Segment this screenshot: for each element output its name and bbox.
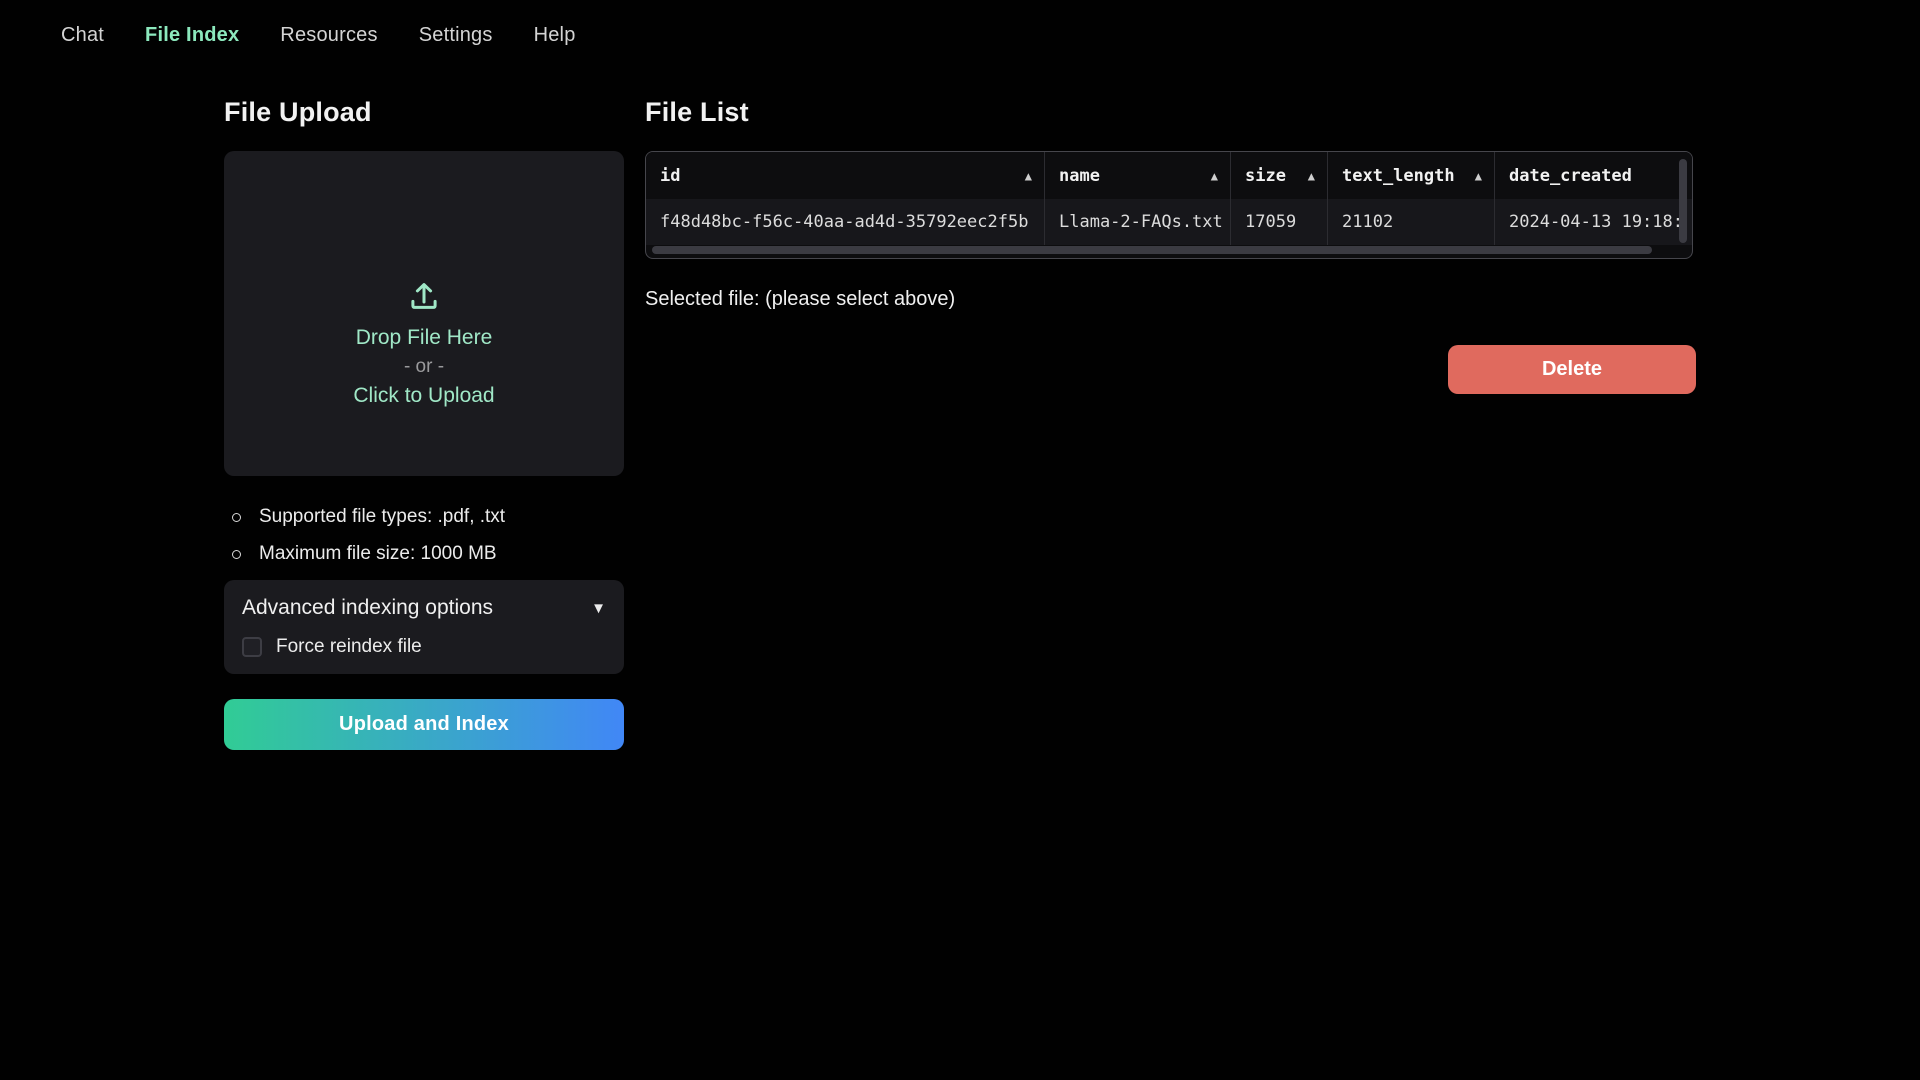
chevron-down-icon: ▼ — [591, 600, 606, 617]
tab-file-index[interactable]: File Index — [145, 24, 239, 47]
note-text: Maximum file size: 1000 MB — [259, 543, 497, 565]
force-reindex-checkbox[interactable]: Force reindex file — [242, 636, 606, 658]
checkbox-icon[interactable] — [242, 637, 262, 657]
file-list-title: File List — [645, 97, 1696, 128]
delete-button-row: Delete — [645, 345, 1696, 394]
tab-help[interactable]: Help — [534, 24, 576, 47]
bullet-icon — [232, 550, 241, 559]
sort-asc-icon[interactable]: ▲ — [1211, 169, 1218, 183]
tab-chat[interactable]: Chat — [61, 24, 104, 47]
sort-asc-icon[interactable]: ▲ — [1025, 169, 1032, 183]
upload-icon — [406, 278, 442, 314]
click-to-upload-link[interactable]: Click to Upload — [353, 384, 494, 408]
file-table: id ▲ name ▲ size ▲ text_length ▲ date_created f4… — [645, 151, 1693, 259]
note-supported-types: Supported file types: .pdf, .txt — [232, 506, 624, 528]
dropzone-content: Drop File Here - or - Click to Upload — [353, 278, 494, 408]
file-dropzone[interactable]: Drop File Here - or - Click to Upload — [224, 151, 624, 476]
sort-asc-icon[interactable]: ▲ — [1475, 169, 1482, 183]
accordion-header[interactable]: Advanced indexing options ▼ — [242, 596, 606, 620]
column-header-text_length[interactable]: text_length ▲ — [1328, 152, 1495, 199]
table-cell-id[interactable]: f48d48bc-f56c-40aa-ad4d-35792eec2f5b — [646, 199, 1045, 245]
column-label: date_created — [1509, 166, 1632, 186]
horizontal-scrollbar[interactable] — [652, 246, 1652, 254]
file-upload-title: File Upload — [224, 97, 624, 128]
column-label: text_length — [1342, 166, 1455, 186]
upload-notes: Supported file types: .pdf, .txt Maximum… — [224, 506, 624, 565]
selected-file-status: Selected file: (please select above) — [645, 288, 1696, 311]
column-label: size — [1245, 166, 1286, 186]
note-max-size: Maximum file size: 1000 MB — [232, 543, 624, 565]
table-header-row: id ▲ name ▲ size ▲ text_length ▲ date_created — [646, 152, 1692, 199]
drop-file-here-label: Drop File Here — [356, 326, 493, 350]
table-row[interactable]: f48d48bc-f56c-40aa-ad4d-35792eec2f5bLlam… — [646, 199, 1692, 245]
tab-settings[interactable]: Settings — [419, 24, 493, 47]
column-label: id — [660, 166, 680, 186]
sort-asc-icon[interactable]: ▲ — [1308, 169, 1315, 183]
accordion-title: Advanced indexing options — [242, 596, 493, 620]
column-header-size[interactable]: size ▲ — [1231, 152, 1328, 199]
bullet-icon — [232, 513, 241, 522]
column-header-name[interactable]: name ▲ — [1045, 152, 1231, 199]
force-reindex-label: Force reindex file — [276, 636, 422, 658]
table-cell-date_created[interactable]: 2024-04-13 19:18: — [1495, 199, 1693, 245]
column-label: name — [1059, 166, 1100, 186]
top-nav: Chat File Index Resources Settings Help — [0, 0, 1920, 47]
table-cell-size[interactable]: 17059 — [1231, 199, 1328, 245]
column-header-date_created[interactable]: date_created — [1495, 152, 1693, 199]
file-list-section: File List id ▲ name ▲ size ▲ text_length ▲ date_… — [645, 97, 1696, 750]
tab-resources[interactable]: Resources — [280, 24, 377, 47]
table-cell-name[interactable]: Llama-2-FAQs.txt — [1045, 199, 1231, 245]
or-label: - or - — [404, 356, 444, 378]
column-header-id[interactable]: id ▲ — [646, 152, 1045, 199]
upload-and-index-button[interactable]: Upload and Index — [224, 699, 624, 750]
delete-button[interactable]: Delete — [1448, 345, 1696, 394]
vertical-scrollbar[interactable] — [1679, 159, 1687, 243]
advanced-options-accordion: Advanced indexing options ▼ Force reinde… — [224, 580, 624, 674]
note-text: Supported file types: .pdf, .txt — [259, 506, 505, 528]
file-upload-section: File Upload Drop File Here - or - Click … — [224, 97, 624, 750]
table-cell-text_length[interactable]: 21102 — [1328, 199, 1495, 245]
